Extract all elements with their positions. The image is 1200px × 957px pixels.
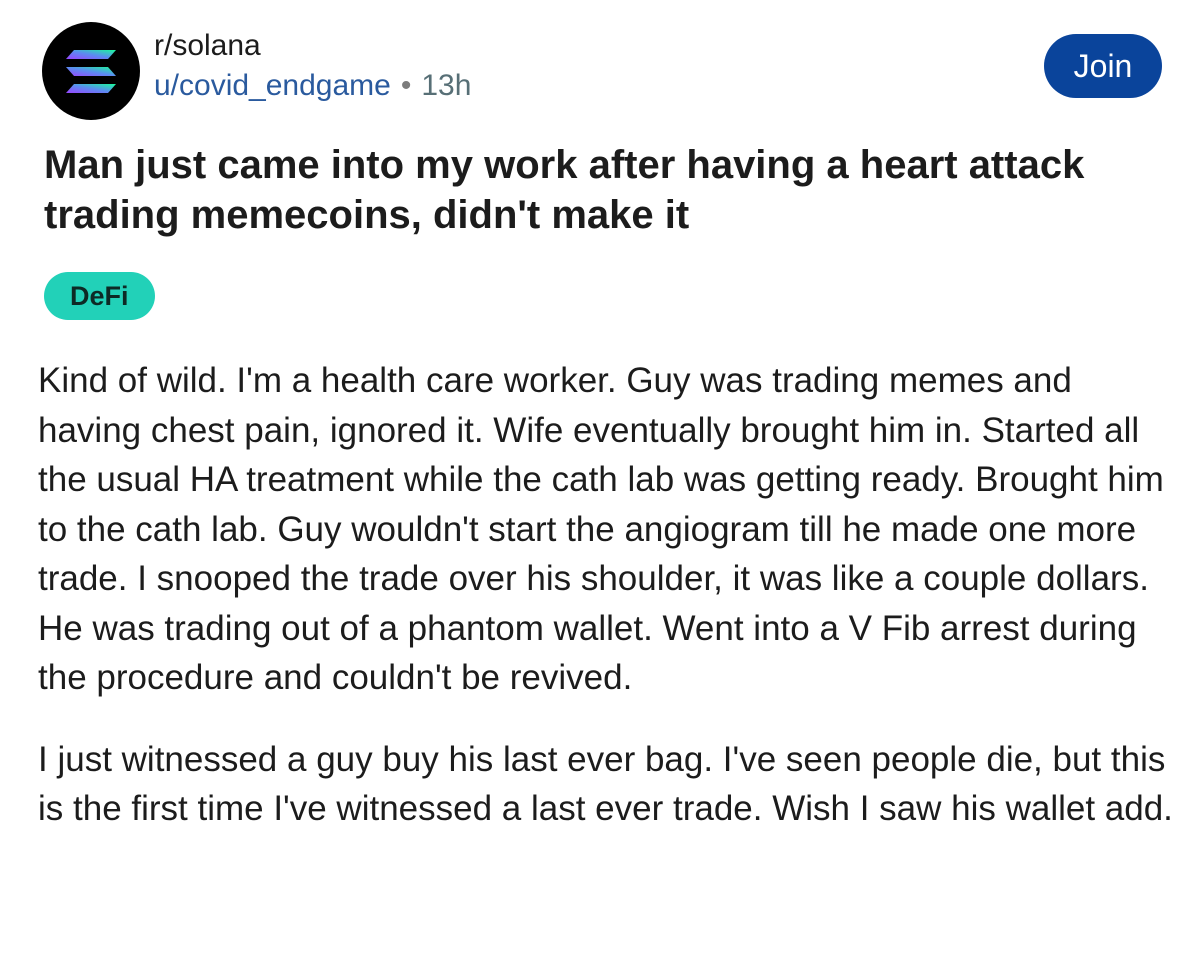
body-paragraph: I just witnessed a guy buy his last ever…	[38, 739, 1173, 829]
post-header: r/solana u/covid_endgame • 13h Join	[42, 22, 1162, 122]
post-title[interactable]: Man just came into my work after having …	[44, 140, 1144, 240]
subreddit-name[interactable]: r/solana	[154, 28, 471, 64]
meta-separator: •	[400, 69, 412, 102]
body-paragraph: Kind of wild. I'm a health care worker. …	[38, 361, 1164, 697]
subreddit-avatar[interactable]	[42, 22, 140, 120]
join-button[interactable]: Join	[1044, 34, 1162, 98]
post-meta: r/solana u/covid_endgame • 13h	[154, 28, 471, 106]
solana-logo-icon	[66, 50, 116, 93]
post-flair[interactable]: DeFi	[44, 272, 155, 320]
author-username[interactable]: u/covid_endgame	[154, 69, 391, 102]
post-body: Kind of wild. I'm a health care worker. …	[38, 356, 1178, 834]
post-age: 13h	[421, 69, 472, 102]
author-line: u/covid_endgame • 13h	[154, 66, 471, 106]
